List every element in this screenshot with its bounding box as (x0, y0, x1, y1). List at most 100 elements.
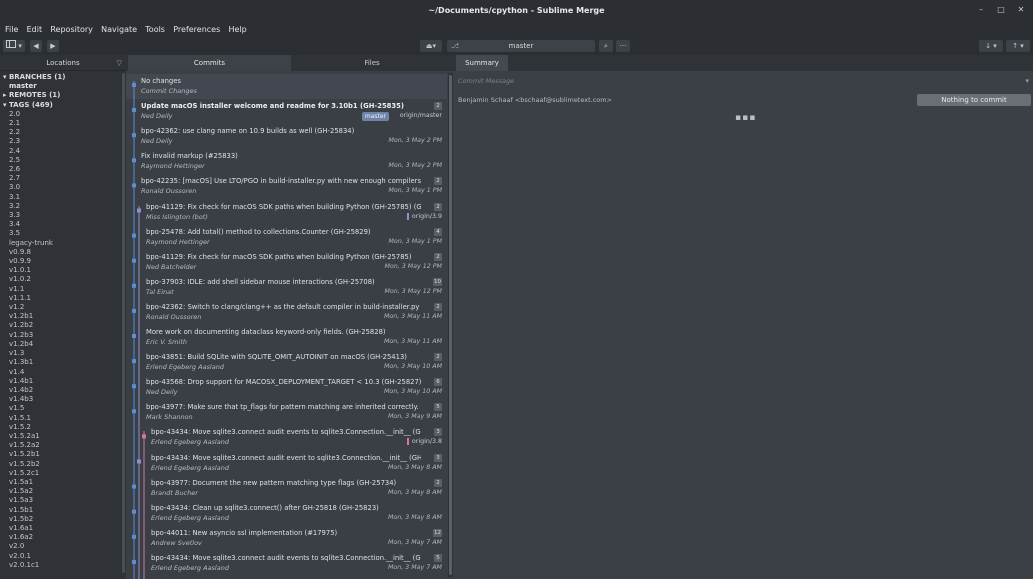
tag-item[interactable]: v1.0.1 (0, 266, 126, 275)
branch-tag-label[interactable]: master (361, 112, 389, 122)
commit-row[interactable]: bpo-42235: [macOS] Use LTO/PGO in build-… (126, 174, 447, 199)
tag-item[interactable]: v1.2b1 (0, 312, 126, 321)
commit-row[interactable]: Fix invalid markup (#25833) Raymond Hetti… (126, 149, 447, 174)
commit-row[interactable]: bpo-41129: Fix check for macOS SDK paths… (126, 200, 447, 225)
menu-tools[interactable]: Tools (145, 22, 165, 37)
forward-button[interactable]: ▶ (47, 40, 59, 52)
tag-item[interactable]: v1.4 (0, 368, 126, 377)
commit-message-input[interactable]: Commit Message (458, 77, 514, 85)
branch-selector[interactable]: ⎇ master (447, 40, 595, 52)
menu-repository[interactable]: Repository (50, 22, 93, 37)
commit-row[interactable]: bpo-43434: Move sqlite3.connect audit ev… (126, 425, 447, 450)
tag-item[interactable]: v1.5b1 (0, 506, 126, 515)
tag-item[interactable]: v1.2b4 (0, 340, 126, 349)
commit-row[interactable]: bpo-44011: New asyncio ssl implementatio… (126, 526, 447, 551)
tag-item[interactable]: v2.0 (0, 542, 126, 551)
tab-commits[interactable]: Commits (128, 55, 291, 71)
tag-item[interactable]: v1.5a1 (0, 478, 126, 487)
tags-section[interactable]: ▾ TAGS (469) (0, 101, 126, 110)
commit-row[interactable]: bpo-37903: IDLE: add shell sidebar mouse… (126, 275, 447, 300)
tag-item[interactable]: v0.9.9 (0, 257, 126, 266)
tag-item[interactable]: v1.3b1 (0, 358, 126, 367)
tag-item[interactable]: v1.4b1 (0, 377, 126, 386)
locations-scrollbar[interactable] (122, 73, 125, 573)
tag-item[interactable]: v1.4b3 (0, 395, 126, 404)
close-icon[interactable]: ✕ (1015, 5, 1027, 14)
tag-item[interactable]: 3.0 (0, 183, 126, 192)
tag-item[interactable]: v1.1 (0, 285, 126, 294)
commit-row[interactable]: bpo-43434: Move sqlite3.connect audit ev… (126, 551, 447, 576)
tag-item[interactable]: 3.1 (0, 193, 126, 202)
commit-row[interactable]: bpo-43977: Document the new pattern matc… (126, 476, 447, 501)
tag-item[interactable]: 2.3 (0, 137, 126, 146)
tag-item[interactable]: v1.3 (0, 349, 126, 358)
commit-row[interactable]: bpo-43434: Clean up sqlite3.connect() af… (126, 501, 447, 526)
commit-row[interactable]: More work on documenting dataclass keywo… (126, 325, 447, 350)
tag-item[interactable]: 2.1 (0, 119, 126, 128)
menu-file[interactable]: File (5, 22, 18, 37)
tag-item[interactable]: v1.5.2a1 (0, 432, 126, 441)
commit-row[interactable]: bpo-43568: Drop support for MACOSX_DEPLO… (126, 375, 447, 400)
tag-item[interactable]: v1.2 (0, 303, 126, 312)
tag-item[interactable]: v1.6a1 (0, 524, 126, 533)
message-dropdown-icon[interactable]: ▾ (1025, 77, 1029, 85)
menu-navigate[interactable]: Navigate (101, 22, 137, 37)
sidebar-toggle-button[interactable]: ▾ (3, 40, 25, 52)
tag-item[interactable]: v1.5.2b1 (0, 450, 126, 459)
menu-edit[interactable]: Edit (27, 22, 43, 37)
remote-ref-label[interactable]: origin/3.8 (406, 438, 442, 446)
tag-item[interactable]: v1.5 (0, 404, 126, 413)
tag-item[interactable]: v0.9.8 (0, 248, 126, 257)
push-button[interactable]: ↑ ▾ (1006, 40, 1030, 52)
tag-item[interactable]: v1.5.2a2 (0, 441, 126, 450)
tag-item[interactable]: v1.4b2 (0, 386, 126, 395)
fetch-button[interactable]: ↓ ▾ (979, 40, 1003, 52)
tag-item[interactable]: v1.5.2b2 (0, 460, 126, 469)
commit-row[interactable]: bpo-41129: Fix check for macOS SDK paths… (126, 250, 447, 275)
filter-icon[interactable]: ▽ (117, 55, 122, 71)
commit-row[interactable]: Update macOS installer welcome and readm… (126, 99, 447, 124)
more-button[interactable]: ··· (616, 40, 630, 52)
tag-item[interactable]: v2.0.1c1 (0, 561, 126, 570)
remote-ref-label[interactable]: origin/master (400, 112, 442, 119)
tag-item[interactable]: 2.6 (0, 165, 126, 174)
tag-item[interactable]: 3.3 (0, 211, 126, 220)
commit-row[interactable]: No changes Commit Changes (126, 74, 447, 99)
tag-item[interactable]: v1.5a3 (0, 496, 126, 505)
tag-item[interactable]: v2.0.1 (0, 552, 126, 561)
remotes-section[interactable]: ▸ REMOTES (1) (0, 91, 126, 100)
tab-summary[interactable]: Summary (456, 55, 508, 71)
back-button[interactable]: ◀ (30, 40, 42, 52)
commits-scrollbar-thumb[interactable] (449, 75, 452, 575)
tag-item[interactable]: 2.2 (0, 128, 126, 137)
tag-item[interactable]: v1.5.2c1 (0, 469, 126, 478)
search-button[interactable]: ⌕ (599, 40, 613, 52)
remote-ref-label[interactable]: origin/3.9 (406, 212, 442, 220)
tag-item[interactable]: 2.7 (0, 174, 126, 183)
commit-button[interactable]: Nothing to commit (917, 94, 1031, 106)
commit-row[interactable]: bpo-43434: Move sqlite3.connect audit ev… (126, 451, 447, 476)
tag-item[interactable]: v1.5a2 (0, 487, 126, 496)
menu-help[interactable]: Help (229, 22, 247, 37)
tag-item[interactable]: 3.5 (0, 229, 126, 238)
commit-row[interactable]: bpo-43977: Make sure that tp_flags for p… (126, 400, 447, 425)
branches-section[interactable]: ▾ BRANCHES (1) (0, 73, 126, 82)
branch-item[interactable]: master (0, 82, 126, 91)
stash-button[interactable]: ⏏▾ (420, 40, 442, 52)
tag-item[interactable]: v1.5.1 (0, 414, 126, 423)
tag-item[interactable]: 2.5 (0, 156, 126, 165)
tag-item[interactable]: 3.4 (0, 220, 126, 229)
tag-item[interactable]: 2.4 (0, 147, 126, 156)
tab-files[interactable]: Files (291, 55, 453, 71)
menu-preferences[interactable]: Preferences (173, 22, 220, 37)
tag-item[interactable]: v1.5.2 (0, 423, 126, 432)
tag-item[interactable]: 3.2 (0, 202, 126, 211)
tag-item[interactable]: v1.6a2 (0, 533, 126, 542)
commit-row[interactable]: bpo-42362: Switch to clang/clang++ as th… (126, 300, 447, 325)
maximize-icon[interactable]: □ (995, 5, 1007, 14)
tag-item[interactable]: v1.2b3 (0, 331, 126, 340)
commit-row[interactable]: bpo-25478: Add total() method to collect… (126, 225, 447, 250)
commit-row[interactable]: bpo-43851: Build SQLite with SQLITE_OMIT… (126, 350, 447, 375)
minimize-icon[interactable]: – (975, 5, 987, 14)
tag-item[interactable]: v1.5b2 (0, 515, 126, 524)
